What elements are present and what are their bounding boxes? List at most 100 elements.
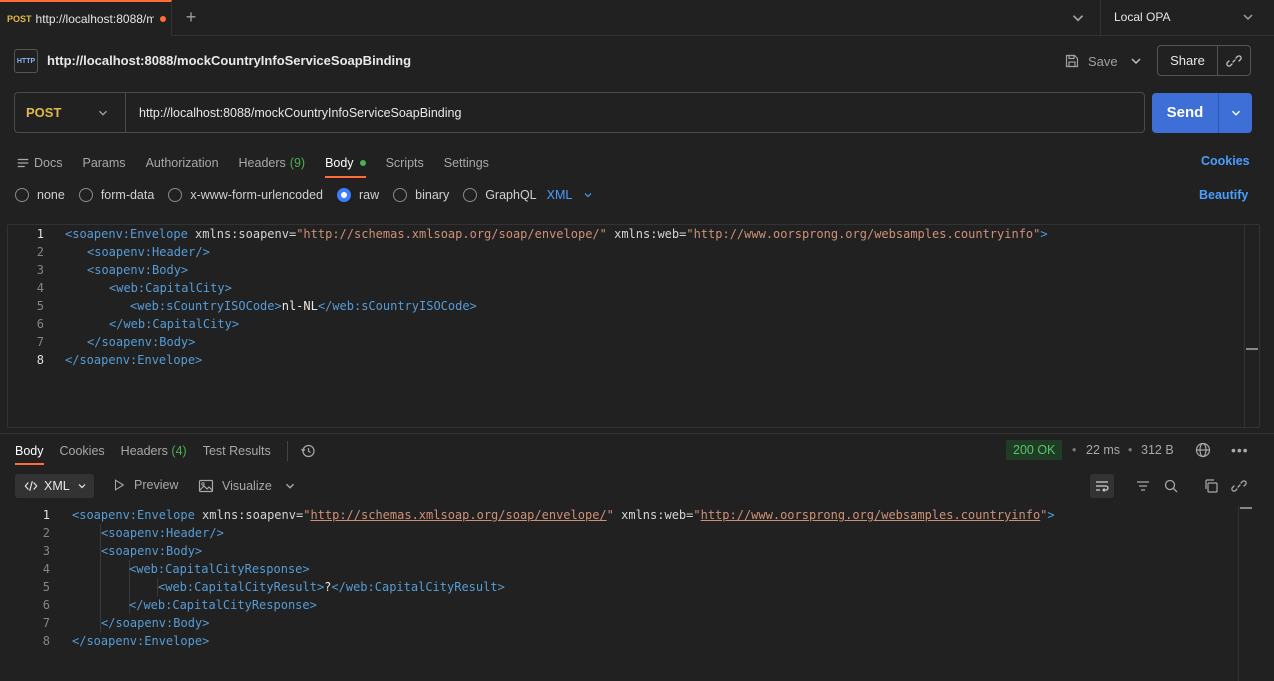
line-number: 2: [42, 526, 50, 540]
status-badge[interactable]: 200 OK: [1006, 440, 1063, 460]
body-type-options: none form-data x-www-form-urlencoded raw…: [15, 187, 594, 203]
chevron-down-icon[interactable]: [1219, 106, 1252, 120]
response-tabs: Body Cookies Headers (4) Test Results: [15, 441, 316, 465]
radio-form-data[interactable]: form-data: [78, 188, 154, 202]
response-tab-headers[interactable]: Headers (4): [121, 444, 187, 458]
response-tab-cookies[interactable]: Cookies: [60, 444, 105, 458]
radio-none[interactable]: none: [15, 188, 65, 202]
copy-icon[interactable]: [1202, 477, 1220, 495]
radio-circle: [393, 188, 408, 202]
code-line: 8 </soapenv:Envelope>: [7, 632, 210, 650]
search-icon[interactable]: [1162, 477, 1180, 495]
radio-circle: [78, 188, 93, 202]
tab-bar: POST http://localhost:8088/mockCountryIn…: [0, 0, 1274, 36]
code-icon: [24, 481, 38, 491]
line-number: 4: [42, 562, 50, 576]
plus-icon[interactable]: +: [182, 8, 200, 26]
code-line: 2 <soapenv:Header/>: [8, 243, 210, 261]
code-line: 8 </soapenv:Envelope>: [8, 351, 203, 369]
tab-params[interactable]: Params: [82, 152, 125, 174]
language-select[interactable]: XML: [547, 188, 595, 202]
chevron-down-icon[interactable]: [1240, 9, 1256, 25]
tab-authorization[interactable]: Authorization: [146, 152, 219, 174]
separator-dot: •: [1128, 443, 1133, 457]
code-line: 5 <web:CapitalCityResult>?</web:CapitalC…: [7, 578, 505, 596]
chevron-down-icon: [99, 110, 107, 116]
chevron-down-icon[interactable]: [1069, 9, 1087, 27]
visualize-button[interactable]: Visualize: [198, 478, 272, 494]
namespace-link[interactable]: http://www.oorsprong.org/websamples.coun…: [701, 508, 1041, 522]
line-number: 2: [36, 245, 44, 259]
tab-body[interactable]: Body: [325, 152, 366, 178]
code-line: 7 </soapenv:Body>: [8, 333, 196, 351]
chevron-down-icon[interactable]: [283, 479, 297, 493]
code-line: 2 <soapenv:Header/>: [7, 524, 224, 542]
radio-urlencoded[interactable]: x-www-form-urlencoded: [168, 188, 323, 202]
save-button[interactable]: Save: [1064, 49, 1118, 73]
line-number: 7: [36, 335, 44, 349]
filter-icon[interactable]: [1134, 477, 1152, 495]
link-icon[interactable]: [1218, 53, 1250, 69]
editor-scrollbar-track: [1244, 224, 1245, 428]
radio-graphql[interactable]: GraphQL: [463, 188, 537, 202]
line-number: 3: [36, 263, 44, 277]
code-line: 3 <soapenv:Body>: [8, 261, 188, 279]
response-format-select[interactable]: XML: [15, 474, 94, 498]
radio-circle-checked: [337, 188, 351, 202]
radio-circle: [15, 188, 29, 202]
response-headers-count: (4): [171, 444, 187, 458]
tab-docs[interactable]: Docs: [16, 152, 62, 174]
request-body-editor[interactable]: 1 <soapenv:Envelope xmlns:soapenv="http:…: [7, 224, 1260, 428]
response-tab-test-results[interactable]: Test Results: [203, 444, 271, 458]
response-body-viewer[interactable]: 1 <soapenv:Envelope xmlns:soapenv="http:…: [7, 506, 1274, 681]
more-options-icon[interactable]: •••: [1231, 443, 1249, 457]
cookies-link[interactable]: Cookies: [1201, 154, 1250, 168]
code-line: 4 <web:CapitalCityResponse>: [7, 560, 310, 578]
line-number: 6: [42, 598, 50, 612]
environment-select[interactable]: Local OPA: [1114, 10, 1170, 24]
editor-scrollbar-thumb[interactable]: [1246, 348, 1258, 350]
share-label: Share: [1158, 46, 1218, 75]
radio-circle: [463, 188, 478, 202]
line-number: 8: [42, 634, 50, 648]
response-scrollbar-track: [1238, 506, 1239, 681]
url-input[interactable]: [126, 105, 1144, 120]
method-select[interactable]: POST: [15, 93, 126, 132]
link-icon[interactable]: [1230, 477, 1248, 495]
response-scrollbar-thumb[interactable]: [1240, 507, 1252, 509]
request-tab[interactable]: POST http://localhost:8088/mockCountryIn…: [0, 0, 172, 36]
http-icon: HTTP: [14, 49, 38, 73]
line-number: 4: [36, 281, 44, 295]
radio-raw[interactable]: raw: [337, 188, 379, 202]
share-button[interactable]: Share: [1157, 45, 1251, 76]
save-label: Save: [1088, 53, 1118, 69]
beautify-link[interactable]: Beautify: [1199, 188, 1248, 202]
history-icon[interactable]: [300, 443, 316, 459]
response-tab-body[interactable]: Body: [15, 444, 44, 465]
pane-divider[interactable]: [0, 433, 1274, 434]
request-tabs: Docs Params Authorization Headers (9) Bod…: [16, 152, 509, 178]
send-button[interactable]: Send: [1152, 93, 1252, 133]
wrap-lines-icon[interactable]: [1090, 474, 1114, 498]
tab-method: POST: [7, 14, 32, 24]
method-label: POST: [26, 105, 62, 120]
chevron-down-icon: [78, 484, 86, 489]
tab-settings[interactable]: Settings: [444, 152, 489, 174]
send-label: Send: [1152, 93, 1219, 133]
response-size[interactable]: 312 B: [1141, 443, 1174, 457]
code-line: 1 <soapenv:Envelope xmlns:soapenv="http:…: [7, 506, 1055, 524]
separator-dot: •: [1072, 443, 1077, 457]
schema-link[interactable]: http://schemas.xmlsoap.org/soap/envelope…: [310, 508, 606, 522]
request-title[interactable]: http://localhost:8088/mockCountryInfoSer…: [47, 53, 411, 68]
tab-scripts[interactable]: Scripts: [386, 152, 424, 174]
globe-icon[interactable]: [1195, 442, 1211, 458]
radio-binary[interactable]: binary: [393, 188, 449, 202]
save-icon: [1065, 54, 1079, 68]
tab-title: http://localhost:8088/mockCountryInfoSer…: [35, 12, 154, 26]
line-number: 1: [36, 227, 44, 241]
tab-headers[interactable]: Headers (9): [239, 152, 306, 174]
chevron-down-icon[interactable]: [1128, 53, 1144, 69]
play-icon: [114, 479, 125, 491]
response-time[interactable]: 22 ms: [1086, 443, 1120, 457]
preview-button[interactable]: Preview: [112, 478, 178, 492]
